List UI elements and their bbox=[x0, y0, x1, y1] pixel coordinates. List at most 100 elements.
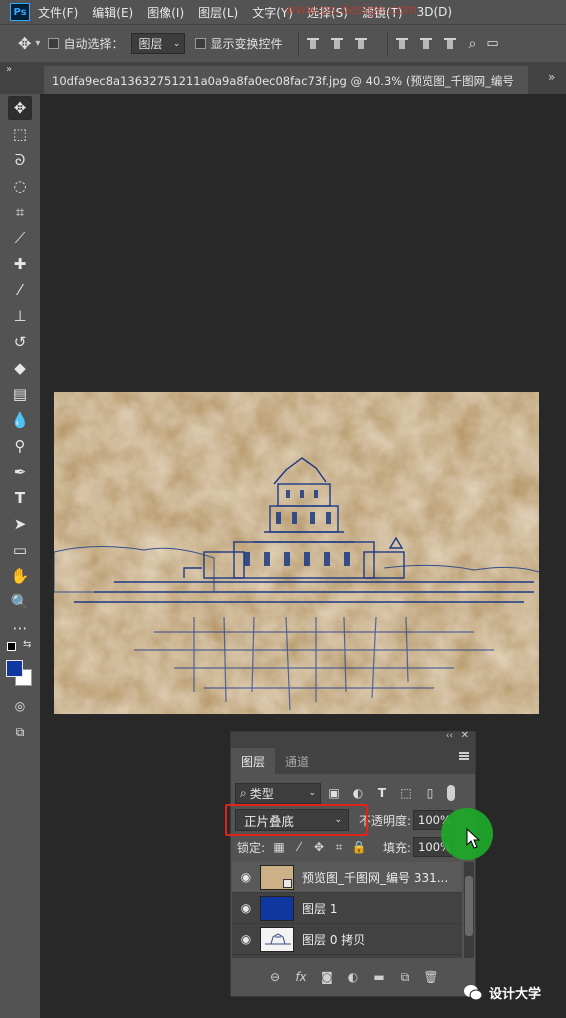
chevron-down-icon[interactable]: ▾ bbox=[35, 38, 40, 49]
auto-select-checkbox[interactable] bbox=[48, 38, 60, 49]
panel-tabs: 图层 通道 bbox=[231, 744, 475, 774]
link-icon[interactable]: ⊖ bbox=[262, 970, 288, 984]
move-tool-icon[interactable]: ✥ bbox=[18, 34, 31, 53]
menu-file[interactable]: 文件(F) bbox=[38, 4, 78, 21]
watermark-text: www.ps.design.com bbox=[285, 3, 418, 18]
path-select-tool-icon[interactable]: ➤ bbox=[8, 512, 32, 536]
filter-smart-object-icon[interactable]: ▯ bbox=[419, 786, 441, 800]
trash-icon[interactable]: 🗑 bbox=[418, 970, 444, 984]
document-title: 10dfa9ec8a13632751211a0a9a8fa0ec08fac73f… bbox=[52, 74, 514, 88]
gradient-tool-icon[interactable]: ▤ bbox=[8, 382, 32, 406]
document-tab[interactable]: 10dfa9ec8a13632751211a0a9a8fa0ec08fac73f… bbox=[44, 66, 528, 94]
filter-pixel-icon[interactable]: ▣ bbox=[323, 786, 345, 800]
lasso-tool-icon[interactable]: ᘐ bbox=[8, 148, 32, 172]
new-layer-icon[interactable]: ⧉ bbox=[392, 970, 418, 985]
default-colors-icon[interactable] bbox=[7, 642, 16, 651]
marquee-tool-icon[interactable]: ⬚ bbox=[8, 122, 32, 146]
eye-icon[interactable]: ◉ bbox=[232, 932, 260, 946]
rectangle-tool-icon[interactable]: ▭ bbox=[8, 538, 32, 562]
layers-panel: ‹‹ ✕ 图层 通道 ⌕ 类型 ⌄ ▣ ◐ T ⬚ ▯ 正片叠底 ⌄ 不透明度:… bbox=[230, 730, 476, 997]
filter-type-icon[interactable]: T bbox=[371, 786, 393, 800]
move-tool-icon[interactable]: ✥ bbox=[8, 96, 32, 120]
search-icon[interactable]: ⌕ bbox=[468, 36, 476, 52]
align-top-icon[interactable] bbox=[307, 37, 320, 50]
layers-scrollbar[interactable] bbox=[464, 862, 474, 958]
lock-all-icon[interactable]: 🔒 bbox=[349, 840, 369, 854]
lock-pixels-icon[interactable]: ⁄ bbox=[289, 840, 309, 854]
scrollbar-thumb[interactable] bbox=[465, 876, 473, 936]
show-transform-checkbox[interactable] bbox=[195, 38, 207, 49]
menu-3d[interactable]: 3D(D) bbox=[417, 5, 452, 19]
search-icon: ⌕ bbox=[240, 785, 247, 800]
chevron-down-icon: ⌄ bbox=[308, 788, 316, 798]
lock-position-icon[interactable]: ✥ bbox=[309, 840, 329, 854]
eye-icon[interactable]: ◉ bbox=[232, 870, 260, 884]
tab-channels[interactable]: 通道 bbox=[275, 748, 319, 774]
tools-panel: ✥ ⬚ ᘐ ◌ ⌗ ⟋ ✚ ⁄ ⊥ ↺ ◆ ▤ 💧 ⚲ ✒ T ➤ ▭ ✋ 🔍 … bbox=[0, 94, 40, 1018]
layers-list: ◉ 预览图_千图网_编号 331... ◉ 图层 1 ◉ 图层 0 拷贝 bbox=[232, 862, 462, 958]
eyedropper-tool-icon[interactable]: ⟋ bbox=[8, 226, 32, 250]
collapse-panel-icon[interactable]: ‹‹ bbox=[446, 731, 453, 741]
tab-layers[interactable]: 图层 bbox=[231, 748, 276, 774]
menu-layer[interactable]: 图层(L) bbox=[198, 4, 238, 21]
eye-icon[interactable]: ◉ bbox=[232, 901, 260, 915]
screen-mode-icon[interactable]: ⧉ bbox=[8, 720, 32, 744]
canvas-image[interactable] bbox=[54, 392, 539, 714]
quick-mask-icon[interactable]: ◎ bbox=[8, 694, 32, 718]
filter-shape-icon[interactable]: ⬚ bbox=[395, 786, 417, 800]
adjustment-icon[interactable]: ◐ bbox=[340, 970, 366, 984]
blur-tool-icon[interactable]: 💧 bbox=[8, 408, 32, 432]
align-hcenter-icon[interactable] bbox=[420, 37, 433, 50]
layer-row[interactable]: ◉ 预览图_千图网_编号 331... bbox=[232, 862, 462, 893]
stamp-tool-icon[interactable]: ⊥ bbox=[8, 304, 32, 328]
layer-row[interactable]: ◉ 图层 0 拷贝 bbox=[232, 924, 462, 955]
lock-transparent-icon[interactable]: ▦ bbox=[269, 840, 289, 854]
foreground-color-swatch[interactable] bbox=[6, 660, 23, 677]
mouse-cursor-icon bbox=[466, 828, 481, 849]
lock-row: 锁定: ▦ ⁄ ✥ ⌗ 🔒 填充: 100% ⌄ bbox=[235, 836, 475, 858]
healing-tool-icon[interactable]: ✚ bbox=[8, 252, 32, 276]
menu-edit[interactable]: 编辑(E) bbox=[92, 4, 133, 21]
mask-icon[interactable]: ◙ bbox=[314, 970, 340, 984]
crop-tool-icon[interactable]: ⌗ bbox=[8, 200, 32, 224]
fx-icon[interactable]: fx bbox=[288, 970, 314, 984]
type-tool-icon[interactable]: T bbox=[8, 486, 32, 510]
swap-colors-icon[interactable]: ⇆ bbox=[23, 639, 31, 650]
history-brush-tool-icon[interactable]: ↺ bbox=[8, 330, 32, 354]
quick-select-tool-icon[interactable]: ◌ bbox=[8, 174, 32, 198]
brush-tool-icon[interactable]: ⁄ bbox=[8, 278, 32, 302]
lock-artboard-icon[interactable]: ⌗ bbox=[329, 840, 349, 855]
eraser-tool-icon[interactable]: ◆ bbox=[8, 356, 32, 380]
layer-row[interactable]: ◉ 图层 1 bbox=[232, 893, 462, 924]
layer-filter-dropdown[interactable]: ⌕ 类型 ⌄ bbox=[235, 782, 321, 804]
align-bottom-icon[interactable] bbox=[355, 37, 368, 50]
zoom-tool-icon[interactable]: 🔍 bbox=[8, 590, 32, 614]
pen-tool-icon[interactable]: ✒ bbox=[8, 460, 32, 484]
align-vcenter-icon[interactable] bbox=[331, 37, 344, 50]
more-tools-icon[interactable]: ⋯ bbox=[8, 616, 32, 640]
lock-label: 锁定: bbox=[237, 840, 266, 855]
layer-thumbnail bbox=[260, 895, 294, 921]
auto-select-dropdown[interactable]: 图层 ⌄ bbox=[131, 33, 186, 54]
filter-adjustment-icon[interactable]: ◐ bbox=[347, 786, 369, 800]
divider bbox=[298, 31, 300, 56]
close-icon[interactable]: ✕ bbox=[461, 730, 469, 741]
divider bbox=[387, 31, 389, 56]
panel-menu-icon[interactable] bbox=[459, 752, 469, 760]
hand-tool-icon[interactable]: ✋ bbox=[8, 564, 32, 588]
workspace-icon[interactable]: ▭ bbox=[486, 36, 498, 51]
dodge-tool-icon[interactable]: ⚲ bbox=[8, 434, 32, 458]
filter-toggle[interactable] bbox=[447, 785, 455, 801]
menu-image[interactable]: 图像(I) bbox=[147, 4, 184, 21]
options-bar: ✥ ▾ 自动选择： 图层 ⌄ 显示变换控件 ⌕ ▭ bbox=[0, 24, 566, 62]
align-right-icon[interactable] bbox=[444, 37, 457, 50]
document-tab-row: 10dfa9ec8a13632751211a0a9a8fa0ec08fac73f… bbox=[0, 62, 566, 94]
fill-label: 填充: bbox=[383, 840, 412, 855]
folder-icon[interactable]: ▬ bbox=[366, 970, 392, 984]
chevron-down-icon: ⌄ bbox=[172, 38, 181, 49]
align-left-icon[interactable] bbox=[396, 37, 409, 50]
toolbar-collapse-icon[interactable]: » bbox=[6, 64, 12, 75]
chevron-double-right-icon[interactable]: » bbox=[548, 70, 555, 84]
photoshop-logo[interactable]: Ps bbox=[10, 3, 30, 21]
layer-filter-row: ⌕ 类型 ⌄ ▣ ◐ T ⬚ ▯ bbox=[235, 782, 471, 804]
